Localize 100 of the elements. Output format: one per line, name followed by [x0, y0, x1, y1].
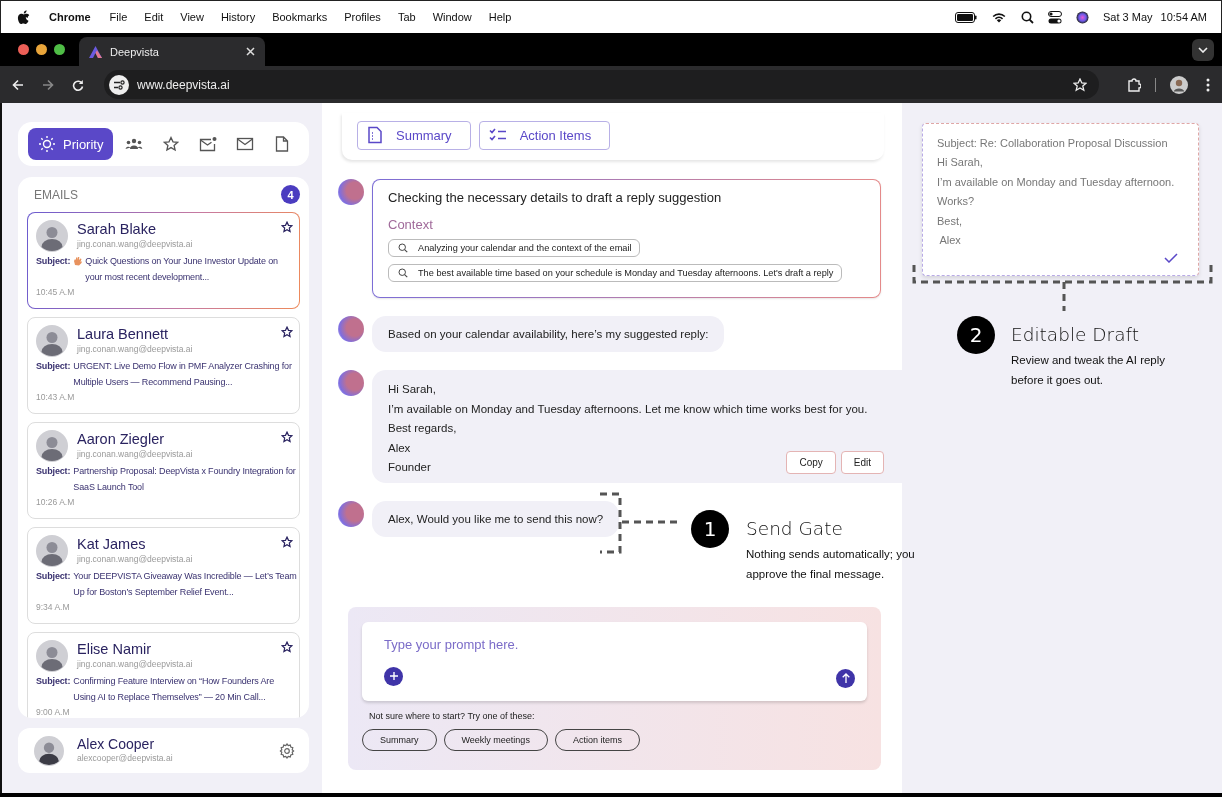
star-icon[interactable]	[281, 640, 293, 653]
email-card[interactable]: Sarah Blake jing.conan.wang@deepvista.ai Subject: Quick Questions on Your June Investor Update on your most recent development... 10:45 A.M	[27, 211, 300, 309]
quick-action-button[interactable]: Summary	[357, 120, 471, 150]
reply-line: Founder	[388, 460, 431, 475]
avatar-icon	[36, 429, 68, 462]
mail-icon	[236, 137, 255, 151]
annotation-text: Review and tweak the AI reply before it goes out.	[1011, 353, 1167, 388]
subject-label: Subject:	[36, 359, 71, 373]
menu-time[interactable]: 10:54 AM	[1160, 11, 1207, 23]
email-time: 10:43 A.M	[36, 391, 76, 402]
menu-item[interactable]: File	[109, 11, 128, 23]
star-icon[interactable]	[281, 430, 293, 443]
siri-icon[interactable]	[1076, 10, 1089, 24]
reply-action-button[interactable]: Copy	[786, 450, 836, 474]
search-icon	[398, 243, 408, 253]
unread-count-badge: 4	[281, 185, 300, 205]
assistant-avatar-icon	[338, 179, 364, 205]
sender-email: jing.conan.wang@deepvista.ai	[77, 342, 194, 356]
email-subject: Partnership Proposal: DeepVista x Foundry Integration for SaaS Launch Tool	[73, 464, 297, 494]
chat-message: Based on your calendar availability, here’s my suggested reply:	[372, 316, 725, 352]
minimize-window-icon[interactable]	[36, 44, 47, 55]
draft-line: I’m available on Monday and Tuesday afternoon.	[937, 174, 1176, 190]
apple-logo-icon[interactable]	[17, 9, 30, 25]
search-query-chip: Analyzing your calendar and the context of the email	[388, 239, 641, 257]
avatar-icon	[34, 735, 64, 766]
menu-item[interactable]: Help	[488, 11, 512, 23]
wifi-icon[interactable]	[991, 11, 1007, 23]
chat-message: Alex, Would you like me to send this now?	[372, 500, 620, 537]
star-icon[interactable]	[281, 220, 293, 233]
avatar-icon	[36, 324, 68, 357]
menu-item[interactable]: Edit	[144, 11, 164, 23]
prompt-field[interactable]: Type your prompt here.	[384, 636, 584, 652]
checkmark-icon[interactable]	[1164, 253, 1178, 263]
avatar-icon	[36, 534, 68, 567]
reply-action-button[interactable]: Edit	[840, 450, 884, 474]
search-query-chip: The best available time based on your schedule is Monday and Tuesday afternoons. Let's draft a reply	[388, 264, 843, 282]
forward-arrow-icon[interactable]	[42, 78, 54, 91]
sender-email: jing.conan.wang@deepvista.ai	[77, 657, 194, 671]
close-icon[interactable]	[246, 47, 255, 56]
email-card[interactable]: Kat James jing.conan.wang@deepvista.ai Subject: Your DEEPVISTA Giveaway Was Incredible — Let’s Team Up for Boston’s September Relief Event... 9:34 A.M	[27, 526, 300, 624]
zoom-window-icon[interactable]	[54, 44, 65, 55]
battery-icon[interactable]	[955, 11, 977, 23]
menu-app-name[interactable]: Chrome	[49, 11, 91, 23]
tab-list-button[interactable]	[1192, 38, 1214, 61]
mail-notification-icon	[199, 136, 218, 152]
reply-line: Best regards,	[388, 421, 457, 436]
email-subject: URGENT: Live Demo Flow in PMF Analyzer Crashing for Multiple Users — Recommend Pausing...	[73, 359, 293, 389]
control-center-icon[interactable]	[1048, 10, 1062, 24]
subject-label: Subject:	[36, 254, 71, 268]
menu-item[interactable]: Window	[432, 11, 472, 23]
back-arrow-icon[interactable]	[12, 78, 24, 91]
menu-item[interactable]: Bookmarks	[272, 11, 328, 23]
menu-item[interactable]: Profiles	[344, 11, 381, 23]
user-name: Alex Cooper	[77, 736, 156, 752]
people-icon	[125, 137, 143, 151]
email-subject: Your DEEPVISTA Giveaway Was Incredible — Let’s Team Up for Boston’s September Relief Event...	[73, 569, 297, 599]
arrow-up-icon	[841, 673, 850, 683]
sender-name: Sarah Blake	[77, 219, 157, 238]
assistant-avatar-icon	[338, 370, 364, 396]
menu-item[interactable]: History	[220, 11, 256, 23]
email-card[interactable]: Laura Bennett jing.conan.wang@deepvista.ai Subject: URGENT: Live Demo Flow in PMF Analyzer Crashing for Multiple Users — Recommend Pausing... 10:43 A.M	[27, 316, 300, 414]
triangle-logo-icon	[89, 45, 102, 58]
sender-name: Aaron Ziegler	[77, 429, 166, 448]
more-menu-icon[interactable]	[1206, 77, 1210, 92]
email-time: 10:45 A.M	[36, 286, 76, 297]
search-icon[interactable]	[1021, 10, 1034, 24]
add-button[interactable]	[384, 666, 403, 686]
suggestions-hint: Not sure where to start? Try one of these:	[369, 710, 536, 721]
email-card[interactable]: Aaron Ziegler jing.conan.wang@deepvista.ai Subject: Partnership Proposal: DeepVista x Foundry Integration for SaaS Launch Tool 10:26 A.M	[27, 421, 300, 519]
star-icon[interactable]	[281, 535, 293, 548]
user-email: alexcooper@deepvista.ai	[77, 752, 174, 765]
site-settings-icon[interactable]	[109, 74, 129, 95]
context-label: Context	[388, 217, 433, 232]
profile-avatar-icon[interactable]	[1170, 75, 1188, 94]
email-time: 10:26 A.M	[36, 496, 76, 507]
filter-tab[interactable]: Priority	[28, 128, 114, 160]
step-number-badge: 2	[957, 316, 995, 354]
sun-icon	[38, 135, 56, 153]
checklist-icon	[488, 128, 507, 142]
reply-line: I’m available on Monday and Tuesday afternoons. Let me know which time works best for you.	[388, 401, 868, 417]
draft-line: Works?	[937, 194, 976, 210]
search-icon	[398, 268, 408, 278]
menu-item[interactable]: Tab	[397, 11, 416, 23]
settings-icon[interactable]	[279, 742, 295, 759]
browser-tab[interactable]: Deepvista	[79, 37, 265, 66]
subject-label: Subject:	[36, 569, 71, 583]
bookmark-star-icon[interactable]	[1073, 77, 1087, 92]
address-bar[interactable]: www.deepvista.ai	[104, 70, 1099, 99]
thinking-title: Checking the necessary details to draft a reply suggestion	[388, 190, 722, 205]
puzzle-piece-icon[interactable]	[1127, 77, 1141, 92]
star-icon[interactable]	[281, 325, 293, 338]
reload-icon[interactable]	[72, 78, 84, 91]
close-window-icon[interactable]	[18, 44, 29, 55]
send-button[interactable]	[836, 668, 855, 688]
reply-line: Alex	[388, 440, 411, 456]
menu-date[interactable]: Sat 3 May	[1103, 11, 1153, 23]
menu-item[interactable]: View	[180, 11, 204, 23]
plus-icon	[389, 672, 398, 680]
quick-action-button[interactable]: Action Items	[478, 120, 611, 150]
draft-line: Best,	[937, 213, 964, 229]
